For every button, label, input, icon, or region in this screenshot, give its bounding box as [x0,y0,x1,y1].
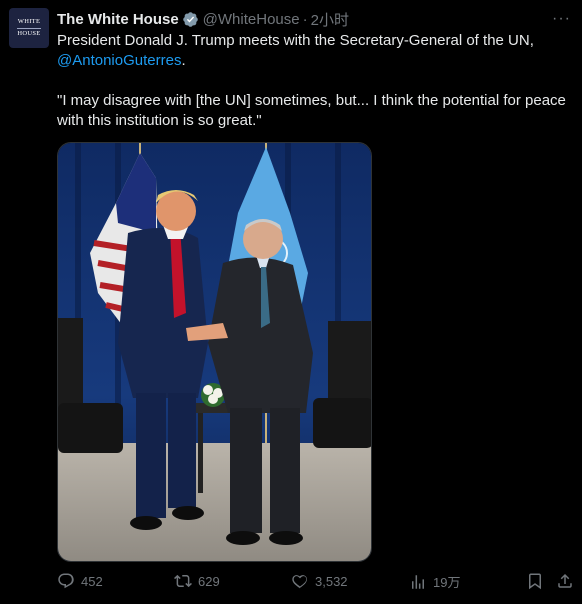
views-count: 19万 [433,575,461,590]
reply-button[interactable]: 452 [57,572,103,590]
like-button[interactable]: 3,532 [291,572,348,590]
author-handle[interactable]: @WhiteHouse [203,11,300,28]
reply-icon [58,573,74,589]
tweet-text: President Donald J. Trump meets with the… [57,31,572,131]
repost-icon [174,574,192,588]
timestamp[interactable]: 2小时 [311,9,349,30]
avatar-text-white: WHITE [17,18,41,25]
tweet-quote: "I may disagree with [the UN] sometimes,… [57,92,566,129]
mention-suffix: . [181,52,186,69]
verified-badge-icon [182,11,198,27]
reply-count: 452 [81,573,103,589]
share-icon [558,573,572,588]
author-name[interactable]: The White House [57,11,179,28]
tweet-header: The White House @WhiteHouse · 2小时 [57,9,349,29]
views-icon [412,574,424,589]
separator-dot: · [302,10,308,28]
action-bar: 452 629 3,532 19万 [0,572,582,596]
repost-count: 629 [198,573,220,589]
like-icon [292,575,307,589]
photo-illustration [58,143,371,561]
avatar[interactable]: WHITE HOUSE [9,8,49,48]
bookmark-icon [529,573,541,590]
bookmark-button[interactable] [526,572,544,590]
tweet-line: President Donald J. Trump meets with the… [57,31,572,71]
tweet-photo[interactable] [57,142,372,562]
like-count: 3,532 [315,573,348,589]
avatar-divider [17,27,41,29]
avatar-text-house: HOUSE [17,29,41,37]
views-button[interactable]: 19万 [409,572,460,591]
mention-link[interactable]: @AntonioGuterres [57,52,181,69]
tweet-text-line1: President Donald J. Trump meets with the… [57,32,534,49]
tweet: WHITE HOUSE The White House @WhiteHouse … [0,0,582,604]
more-options-icon[interactable]: ··· [552,10,571,28]
share-button[interactable] [556,572,574,590]
repost-button[interactable]: 629 [174,572,220,590]
